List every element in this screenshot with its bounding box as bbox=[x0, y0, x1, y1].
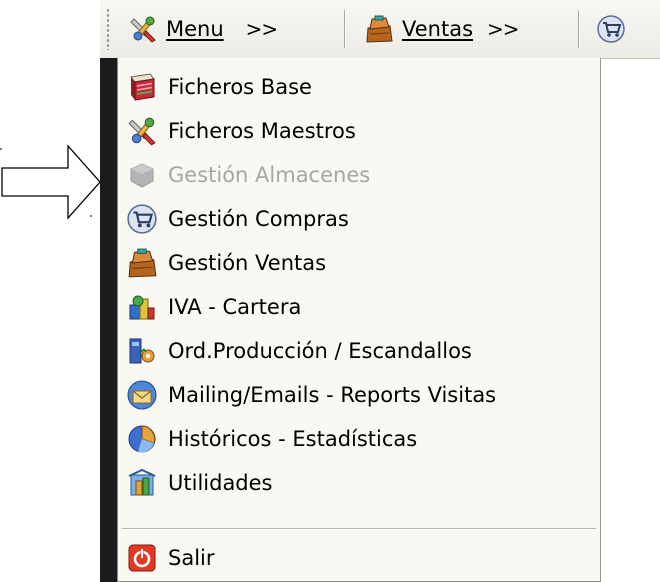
menu-separator bbox=[122, 528, 596, 529]
menu-item-gestion-compras[interactable]: Gestión Compras bbox=[118, 197, 600, 241]
menu-item-gestion-ventas[interactable]: Gestión Ventas bbox=[118, 241, 600, 285]
statistics-icon bbox=[128, 425, 156, 453]
exit-icon bbox=[128, 544, 156, 572]
production-icon bbox=[129, 338, 155, 364]
menu-item-historicos[interactable]: Históricos - Estadísticas bbox=[118, 417, 600, 461]
toolbar-grip[interactable] bbox=[106, 8, 110, 50]
utilities-icon bbox=[128, 468, 156, 496]
menu-item-label: Salir bbox=[168, 546, 215, 570]
toolbar: Menu >> Ventas >> bbox=[100, 0, 660, 59]
mail-icon bbox=[127, 380, 157, 410]
menu-item-ficheros-base[interactable]: Ficheros Base bbox=[118, 65, 600, 109]
menu-item-ord-produccion[interactable]: Ord.Producción / Escandallos bbox=[118, 329, 600, 373]
menu-toolbar-button[interactable]: Menu >> bbox=[128, 0, 279, 58]
menu-item-label: Históricos - Estadísticas bbox=[168, 427, 418, 451]
menu-item-salir[interactable]: Salir bbox=[118, 536, 600, 580]
ventas-chevron[interactable]: >> bbox=[487, 17, 520, 41]
menu-item-gestion-almacenes[interactable]: Gestión Almacenes bbox=[118, 153, 600, 197]
toolbar-separator bbox=[344, 10, 345, 48]
book-icon bbox=[130, 73, 155, 101]
tools-menu-icon bbox=[130, 16, 156, 43]
warehouse-icon bbox=[130, 163, 154, 188]
ventas-toolbar-label: Ventas bbox=[402, 17, 474, 41]
menu-item-utilidades[interactable]: Utilidades bbox=[118, 461, 600, 505]
menu-item-ficheros-maestros[interactable]: Ficheros Maestros bbox=[118, 109, 600, 153]
menu-item-label: Ord.Producción / Escandallos bbox=[168, 339, 472, 363]
menu-item-label: IVA - Cartera bbox=[168, 295, 302, 319]
shopping-cart-icon bbox=[597, 15, 625, 43]
menu-item-label: Mailing/Emails - Reports Visitas bbox=[168, 383, 497, 407]
menu-chevron[interactable]: >> bbox=[246, 17, 279, 41]
menu-item-label: Ficheros Base bbox=[168, 75, 312, 99]
menu-item-iva-cartera[interactable]: IVA - Cartera bbox=[118, 285, 600, 329]
menu-item-label: Gestión Ventas bbox=[168, 251, 327, 275]
window-edge bbox=[100, 58, 117, 582]
menu-item-mailing[interactable]: Mailing/Emails - Reports Visitas bbox=[118, 373, 600, 417]
toolbar-separator bbox=[578, 10, 579, 48]
cash-register-icon bbox=[366, 15, 393, 43]
main-dropdown-menu: Ficheros Base Ficheros Maestros Gestión … bbox=[117, 58, 601, 582]
menu-toolbar-label: Menu bbox=[166, 17, 224, 41]
tax-icon bbox=[129, 295, 155, 320]
compras-toolbar-button[interactable] bbox=[596, 0, 634, 58]
menu-item-label: Utilidades bbox=[168, 471, 273, 495]
menu-item-label: Gestión Compras bbox=[168, 207, 349, 231]
tools-icon bbox=[128, 117, 156, 146]
ventas-toolbar-button[interactable]: Ventas >> bbox=[364, 0, 520, 58]
menu-item-label: Gestión Almacenes bbox=[168, 163, 371, 187]
shopping-cart-icon bbox=[127, 204, 157, 234]
cash-register-icon bbox=[128, 248, 157, 278]
pointer-arrow bbox=[0, 140, 104, 224]
menu-item-label: Ficheros Maestros bbox=[168, 119, 356, 143]
